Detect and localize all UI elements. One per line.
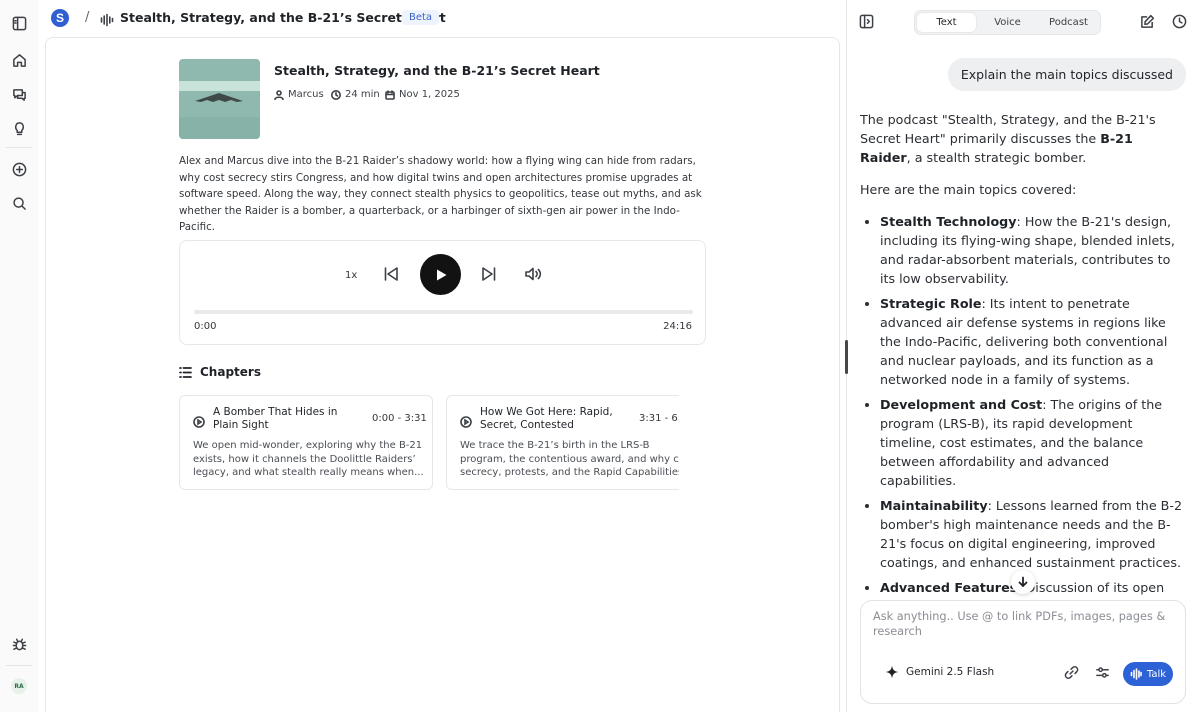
- chat-icon[interactable]: [9, 84, 29, 104]
- breadcrumb-separator: /: [85, 10, 90, 25]
- chapters-heading-label: Chapters: [200, 365, 261, 379]
- talk-label: Talk: [1146, 668, 1167, 680]
- list-item: Stealth Technology: How the B-21's desig…: [880, 212, 1186, 288]
- list-item: Maintainability: Lessons learned from th…: [880, 496, 1186, 572]
- panel-toggle-icon[interactable]: [859, 14, 876, 31]
- calendar-icon: [385, 89, 395, 100]
- person-icon: [274, 89, 284, 100]
- episode-description: Alex and Marcus dive into the B-21 Raide…: [179, 155, 702, 234]
- date-text: Nov 1, 2025: [399, 89, 460, 100]
- home-icon[interactable]: [9, 50, 29, 70]
- play-button[interactable]: [420, 254, 461, 295]
- chat-input[interactable]: [873, 609, 1173, 645]
- settings-sliders-icon[interactable]: [1095, 665, 1111, 681]
- chat-composer: Gemini 2.5 Flash Talk: [860, 600, 1186, 704]
- skip-back-icon[interactable]: [382, 265, 400, 283]
- arrow-down-icon: [1018, 576, 1028, 587]
- episode-title: Stealth, Strategy, and the B-21’s Secret…: [274, 63, 600, 78]
- resize-handle[interactable]: [845, 340, 848, 374]
- model-name: Gemini 2.5 Flash: [906, 666, 995, 678]
- list-item: Strategic Role: Its intent to penetrate …: [880, 294, 1186, 389]
- episode-author: Marcus: [274, 89, 324, 100]
- episode-duration: 24 min: [331, 89, 380, 100]
- episode-date: Nov 1, 2025: [385, 89, 460, 100]
- total-time: 24:16: [663, 321, 692, 332]
- plus-circle-icon[interactable]: [9, 159, 29, 179]
- left-rail: RA: [0, 0, 38, 712]
- volume-icon[interactable]: [524, 265, 542, 283]
- user-message: Explain the main topics discussed: [947, 58, 1186, 91]
- author-name: Marcus: [288, 89, 324, 100]
- tab-text[interactable]: Text: [917, 13, 976, 32]
- lightbulb-icon[interactable]: [9, 118, 29, 138]
- page-title: Stealth, Strategy, and the B-21’s Secret…: [120, 10, 446, 25]
- chapter-card[interactable]: A Bomber That Hides in Plain Sight 0:00 …: [179, 395, 433, 490]
- edit-icon[interactable]: [1140, 14, 1156, 30]
- play-circle-icon[interactable]: [460, 413, 472, 428]
- bug-icon[interactable]: [9, 634, 29, 654]
- podcast-card: Stealth, Strategy, and the B-21’s Secret…: [45, 37, 840, 712]
- episode-thumbnail: [179, 59, 260, 139]
- mode-tabs: Text Voice Podcast: [914, 10, 1101, 35]
- tab-voice[interactable]: Voice: [978, 13, 1037, 32]
- audio-player: 1x 0:00 24:16: [179, 240, 706, 345]
- clock-icon: [331, 89, 341, 100]
- audio-wave-icon: [100, 12, 114, 27]
- avatar[interactable]: RA: [11, 678, 27, 694]
- answer-lead: Here are the main topics covered:: [860, 182, 1077, 197]
- top-header: S / Stealth, Strategy, and the B-21’s Se…: [38, 0, 846, 38]
- search-icon[interactable]: [9, 193, 29, 213]
- chapters-heading: Chapters: [179, 365, 261, 379]
- playback-speed-button[interactable]: 1x: [345, 270, 357, 281]
- chapter-description: We open mid-wonder, exploring why the B-…: [193, 440, 424, 478]
- chapters-list: A Bomber That Hides in Plain Sight 0:00 …: [179, 395, 679, 495]
- answer-intro: The podcast "Stealth, Strategy, and the …: [860, 112, 1156, 165]
- rail-divider: [6, 665, 32, 666]
- scroll-down-button[interactable]: [1011, 570, 1035, 594]
- model-selector[interactable]: Gemini 2.5 Flash: [885, 665, 994, 679]
- history-icon[interactable]: [1172, 14, 1188, 30]
- chapter-time: 3:31 - 6:3: [639, 413, 679, 424]
- b21-bomber-icon: [195, 93, 243, 102]
- play-icon: [436, 269, 446, 280]
- skip-forward-icon[interactable]: [480, 265, 498, 283]
- chapter-title: A Bomber That Hides in Plain Sight: [213, 406, 338, 431]
- current-time: 0:00: [194, 321, 217, 332]
- chapter-time: 0:00 - 3:31: [372, 413, 427, 424]
- beta-badge: Beta: [402, 10, 440, 25]
- chapter-description: We trace the B-21’s birth in the LRS-B p…: [460, 440, 679, 478]
- chapter-card[interactable]: How We Got Here: Rapid, Secret, Conteste…: [446, 395, 679, 490]
- tab-podcast[interactable]: Podcast: [1039, 13, 1098, 32]
- app-logo[interactable]: S: [51, 9, 69, 27]
- assistant-answer: The podcast "Stealth, Strategy, and the …: [860, 110, 1186, 600]
- audio-wave-icon: [1130, 668, 1142, 680]
- link-icon[interactable]: [1064, 665, 1080, 681]
- duration-text: 24 min: [345, 89, 380, 100]
- rail-divider: [6, 147, 32, 148]
- list-icon: [179, 366, 192, 378]
- sparkle-icon: [885, 665, 899, 679]
- sidebar-toggle-icon[interactable]: [9, 13, 29, 33]
- chapter-title: How We Got Here: Rapid, Secret, Conteste…: [480, 406, 613, 431]
- progress-bar[interactable]: [194, 310, 693, 314]
- topics-list: Stealth Technology: How the B-21's desig…: [860, 212, 1186, 600]
- list-item: Development and Cost: The origins of the…: [880, 395, 1186, 490]
- play-circle-icon[interactable]: [193, 413, 205, 428]
- talk-button[interactable]: Talk: [1123, 662, 1173, 686]
